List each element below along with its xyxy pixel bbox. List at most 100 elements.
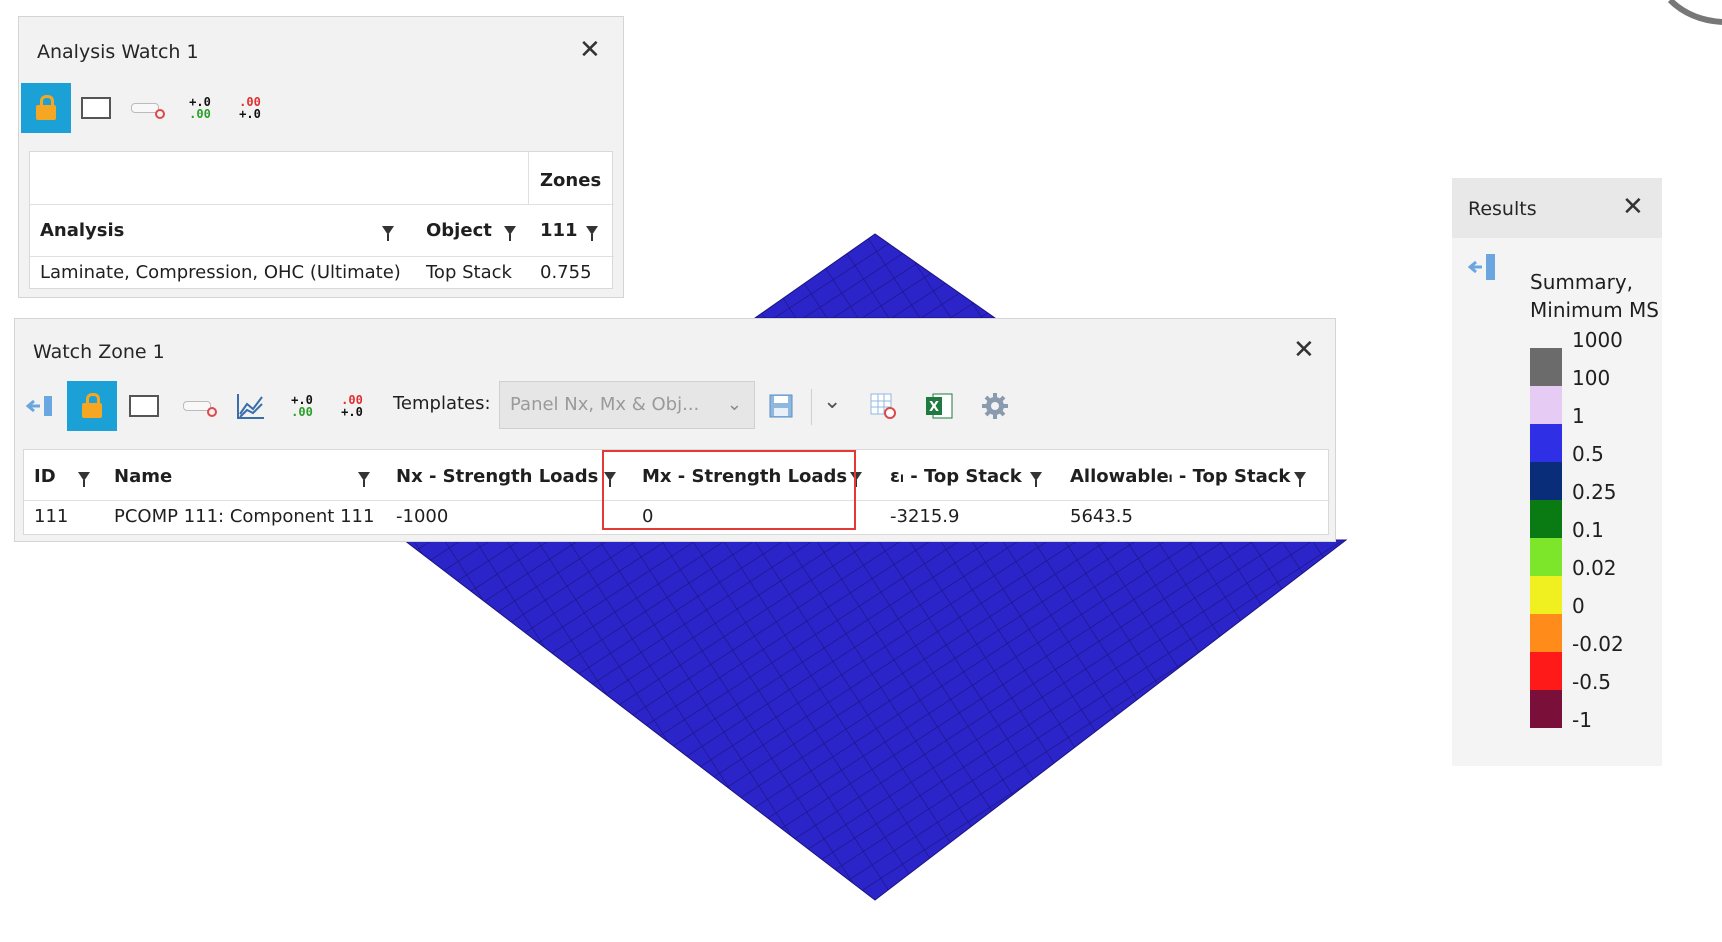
- lock-button[interactable]: [21, 83, 71, 133]
- increase-decimal-button[interactable]: +.0.00: [277, 381, 327, 431]
- mesh-lower-body: [402, 539, 1348, 901]
- cell-allowable-top: 5643.5: [1070, 506, 1133, 527]
- save-template-button[interactable]: [761, 381, 801, 431]
- increase-decimal-button[interactable]: +.0.00: [175, 83, 225, 133]
- col-allowable-top[interactable]: Allowableₗ - Top Stack: [1070, 466, 1290, 487]
- legend-swatch: [1530, 652, 1562, 690]
- zones-header: Zones: [540, 170, 602, 191]
- close-icon[interactable]: ✕: [579, 37, 601, 63]
- legend-label: 100: [1572, 366, 1611, 390]
- analysis-grid: Zones Analysis Object 111 Laminate, Comp…: [29, 151, 614, 289]
- legend-title-line1: Summary,: [1530, 270, 1634, 294]
- cell-strain-top: -3215.9: [890, 506, 960, 527]
- svg-text:X: X: [929, 400, 939, 415]
- pin-left-icon[interactable]: [1468, 252, 1500, 282]
- decrease-decimal-icon: .00 +.0: [341, 393, 363, 419]
- legend-swatch: [1530, 538, 1562, 576]
- watch-zone-panel: Watch Zone 1 ✕ +.0.00 .00 +.0 Templates: …: [14, 318, 1336, 542]
- templates-value: Panel Nx, Mx & Obj...: [510, 394, 700, 415]
- toggle-off-icon: [131, 97, 165, 119]
- col-strain-top[interactable]: εₗ - Top Stack: [890, 466, 1022, 487]
- cell-id: 111: [34, 506, 69, 527]
- lock-icon: [36, 94, 56, 120]
- col-name[interactable]: Name: [114, 466, 172, 487]
- select-rect-icon: [81, 97, 111, 119]
- settings-button[interactable]: [975, 381, 1015, 431]
- legend-swatch: [1530, 424, 1562, 462]
- cell-nx: -1000: [396, 506, 449, 527]
- toggle-button[interactable]: [175, 381, 225, 431]
- col-analysis[interactable]: Analysis: [40, 220, 124, 241]
- legend-label: 0.5: [1572, 442, 1604, 466]
- cell-name: PCOMP 111: Component 111: [114, 506, 375, 527]
- legend-swatch: [1530, 500, 1562, 538]
- templates-dropdown[interactable]: Panel Nx, Mx & Obj... ⌄: [499, 381, 755, 429]
- increase-decimal-icon: +.0.00: [291, 393, 313, 419]
- col-id[interactable]: ID: [34, 466, 56, 487]
- legend-swatch: [1530, 348, 1562, 386]
- chart-icon: [237, 394, 264, 419]
- decrease-decimal-button[interactable]: .00 +.0: [327, 381, 377, 431]
- analysis-watch-panel: Analysis Watch 1 ✕ +.0.00 .00 +.0 Zones A…: [18, 16, 624, 298]
- filter-icon[interactable]: [78, 472, 90, 487]
- col-nx[interactable]: Nx - Strength Loads: [396, 466, 598, 487]
- filter-icon[interactable]: [586, 226, 598, 241]
- legend-swatch: [1530, 614, 1562, 652]
- legend-swatch: [1530, 576, 1562, 614]
- legend-label: -0.5: [1572, 670, 1612, 694]
- chevron-down-icon[interactable]: ⌄: [823, 389, 841, 414]
- mx-column-highlight: [602, 450, 856, 530]
- select-button[interactable]: [71, 83, 121, 133]
- decrease-decimal-icon: .00 +.0: [239, 95, 261, 121]
- filter-icon[interactable]: [504, 226, 516, 241]
- templates-label: Templates:: [393, 393, 491, 414]
- toggle-button[interactable]: [123, 83, 173, 133]
- gear-icon: [982, 393, 1008, 419]
- pin-left-icon: [26, 396, 52, 416]
- filter-icon[interactable]: [1030, 472, 1042, 487]
- toggle-off-icon: [183, 395, 217, 417]
- legend-title-line2: Minimum MS: [1530, 298, 1659, 322]
- mesh-upper-tip: [753, 233, 997, 319]
- row-value: 0.755: [540, 262, 592, 283]
- results-panel: Results ✕ Summary, Minimum MS 1000 100 1 0.…: [1452, 178, 1662, 766]
- row-object: Top Stack: [426, 262, 512, 283]
- legend-label: -0.02: [1572, 632, 1624, 656]
- gizmo-arc: [1667, 0, 1722, 25]
- col-object[interactable]: Object: [426, 220, 492, 241]
- legend-label: 1: [1572, 404, 1585, 428]
- grid-remove-button[interactable]: [863, 381, 903, 431]
- lock-icon: [82, 392, 102, 418]
- chart-button[interactable]: [225, 381, 275, 431]
- pin-button[interactable]: [21, 381, 61, 431]
- legend-label: 0.25: [1572, 480, 1617, 504]
- grid-remove-icon: [870, 393, 896, 419]
- legend-label: 0: [1572, 594, 1585, 618]
- increase-decimal-icon: +.0.00: [189, 95, 211, 121]
- results-header: Results ✕: [1452, 178, 1662, 238]
- filter-icon[interactable]: [382, 226, 394, 241]
- row-analysis: Laminate, Compression, OHC (Ultimate): [40, 262, 401, 283]
- legend-swatch: [1530, 386, 1562, 424]
- filter-icon[interactable]: [1294, 472, 1306, 487]
- select-rect-icon: [129, 395, 159, 417]
- chevron-down-icon: ⌄: [726, 394, 742, 415]
- watch-zone-title: Watch Zone 1: [33, 341, 165, 363]
- analysis-watch-title: Analysis Watch 1: [37, 41, 199, 63]
- close-icon[interactable]: ✕: [1293, 337, 1315, 363]
- col-zone-111[interactable]: 111: [540, 220, 578, 241]
- lock-button[interactable]: [67, 381, 117, 431]
- save-icon: [769, 394, 793, 418]
- filter-icon[interactable]: [358, 472, 370, 487]
- select-button[interactable]: [119, 381, 169, 431]
- excel-export-button[interactable]: X: [919, 381, 959, 431]
- close-icon[interactable]: ✕: [1622, 194, 1644, 220]
- legend-label: 0.02: [1572, 556, 1617, 580]
- legend-label: 0.1: [1572, 518, 1604, 542]
- decrease-decimal-button[interactable]: .00 +.0: [225, 83, 275, 133]
- watch-zone-grid: ID Name Nx - Strength Loads Mx - Strengt…: [23, 449, 1330, 535]
- legend-swatch: [1530, 690, 1562, 728]
- legend-label: 1000: [1572, 328, 1623, 352]
- excel-icon: X: [926, 393, 953, 419]
- legend-swatch: [1530, 462, 1562, 500]
